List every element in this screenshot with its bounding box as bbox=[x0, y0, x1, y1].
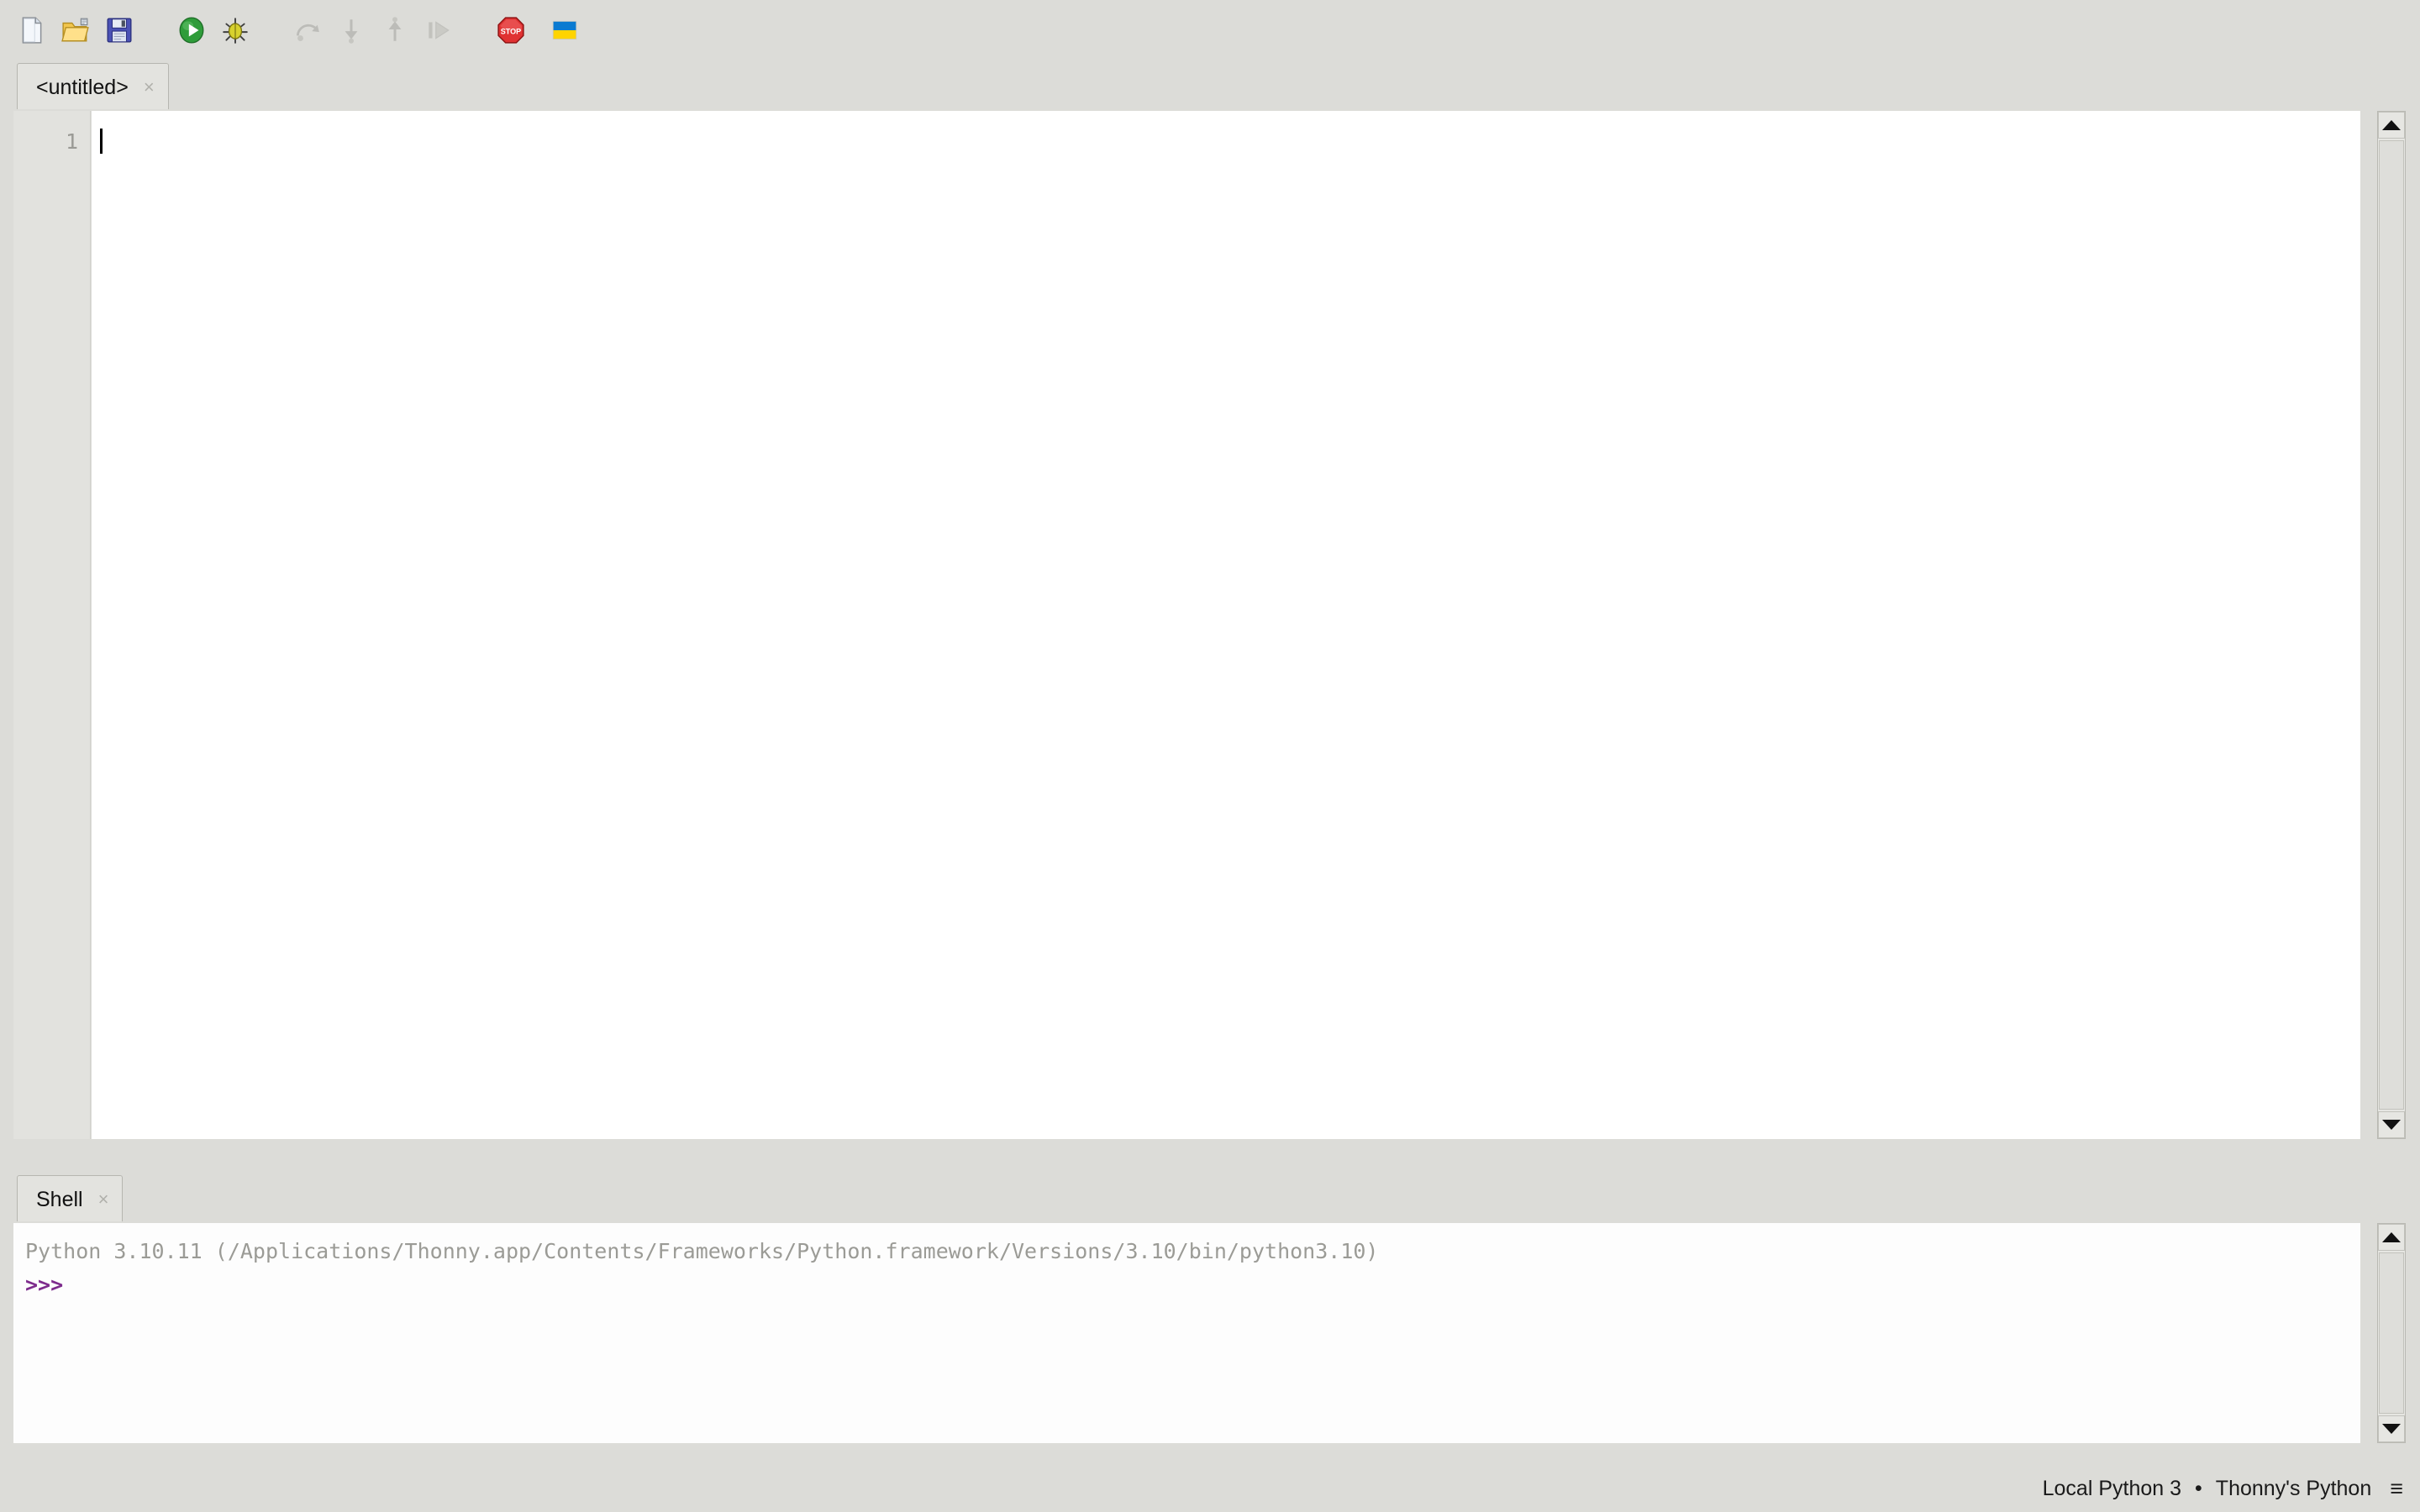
editor-code-area[interactable] bbox=[92, 111, 2360, 1139]
step-into-icon bbox=[345, 19, 358, 44]
step-into-button[interactable] bbox=[329, 8, 373, 52]
hamburger-menu-icon[interactable]: ≡ bbox=[2390, 1476, 2403, 1502]
shell-prompt: >>> bbox=[25, 1273, 64, 1297]
close-icon[interactable]: × bbox=[98, 1190, 109, 1209]
editor-tab-untitled[interactable]: <untitled> × bbox=[17, 63, 169, 111]
step-over-button[interactable] bbox=[286, 8, 329, 52]
statusbar-variant[interactable]: Thonny's Python bbox=[2216, 1477, 2371, 1501]
toolbar: STOP bbox=[0, 0, 2420, 60]
editor-tabbar: <untitled> × bbox=[12, 60, 2408, 111]
shell-vertical-scrollbar[interactable] bbox=[2377, 1223, 2406, 1443]
new-file-icon bbox=[22, 17, 42, 44]
ukraine-flag-icon bbox=[552, 20, 577, 40]
statusbar-interpreter[interactable]: Local Python 3 bbox=[2043, 1477, 2181, 1501]
editor-line-numbers: 1 bbox=[13, 111, 91, 1139]
text-caret bbox=[100, 129, 103, 154]
step-over-icon bbox=[296, 24, 319, 41]
open-file-icon bbox=[61, 18, 89, 42]
editor-notebook: <untitled> × 1 bbox=[12, 60, 2408, 1163]
scroll-up-icon[interactable] bbox=[2378, 1224, 2405, 1251]
shell-scrollbar-thumb[interactable] bbox=[2379, 1252, 2404, 1414]
stop-icon: STOP bbox=[497, 17, 524, 44]
step-out-button[interactable] bbox=[373, 8, 417, 52]
shell-tabbar: Shell × bbox=[12, 1173, 2408, 1223]
resume-button[interactable] bbox=[417, 8, 460, 52]
statusbar: Local Python 3 • Thonny's Python ≡ bbox=[0, 1465, 2420, 1512]
statusbar-separator: • bbox=[2195, 1476, 2202, 1500]
thonny-window: STOP <untitled> × 1 Shell × Python 3.10.… bbox=[0, 0, 2420, 1512]
run-button[interactable] bbox=[170, 8, 213, 52]
debug-button[interactable] bbox=[213, 8, 257, 52]
editor-tab-label: <untitled> bbox=[36, 75, 129, 99]
close-icon[interactable]: × bbox=[144, 78, 155, 97]
save-file-icon bbox=[107, 18, 132, 43]
shell-body: Python 3.10.11 (/Applications/Thonny.app… bbox=[12, 1221, 2408, 1465]
editor-scrollbar-thumb[interactable] bbox=[2379, 140, 2404, 1110]
editor-vertical-scrollbar[interactable] bbox=[2377, 111, 2406, 1139]
run-icon bbox=[179, 17, 204, 44]
shell-banner-text: Python 3.10.11 (/Applications/Thonny.app… bbox=[25, 1239, 1379, 1263]
save-file-button[interactable] bbox=[97, 8, 141, 52]
stop-button[interactable]: STOP bbox=[489, 8, 533, 52]
debug-icon bbox=[223, 18, 248, 44]
resume-icon bbox=[429, 21, 450, 39]
editor-body: 1 bbox=[12, 109, 2408, 1163]
svg-text:STOP: STOP bbox=[501, 27, 521, 35]
ukraine-flag-button[interactable] bbox=[543, 8, 587, 52]
scroll-up-icon[interactable] bbox=[2378, 112, 2405, 139]
shell-output[interactable]: Python 3.10.11 (/Applications/Thonny.app… bbox=[13, 1223, 2360, 1443]
shell-tab-label: Shell bbox=[36, 1187, 83, 1211]
shell-tab[interactable]: Shell × bbox=[17, 1175, 124, 1223]
shell-notebook: Shell × Python 3.10.11 (/Applications/Th… bbox=[12, 1173, 2408, 1465]
open-file-button[interactable] bbox=[54, 8, 97, 52]
line-number: 1 bbox=[65, 129, 78, 154]
scroll-down-icon[interactable] bbox=[2378, 1111, 2405, 1138]
step-out-icon bbox=[388, 17, 402, 41]
scroll-down-icon[interactable] bbox=[2378, 1415, 2405, 1442]
new-file-button[interactable] bbox=[10, 8, 54, 52]
